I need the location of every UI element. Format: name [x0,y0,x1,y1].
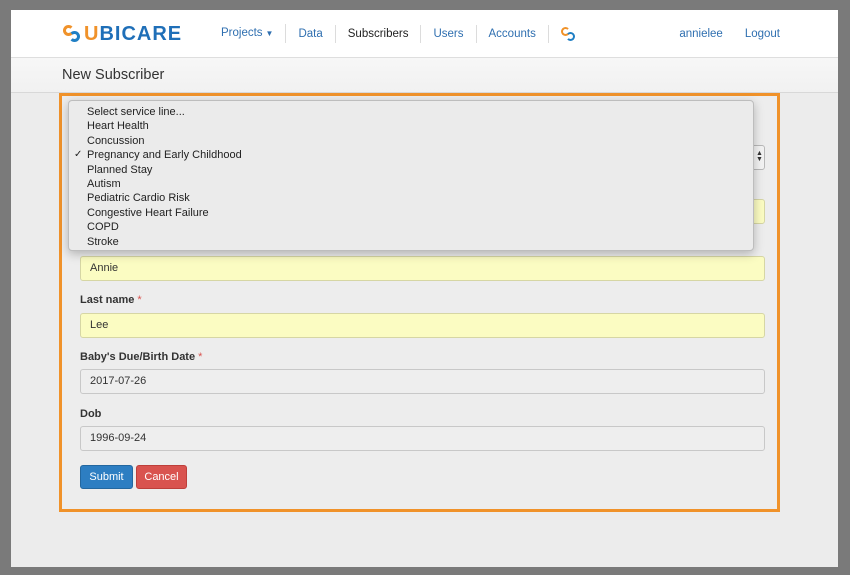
page-header: New Subscriber [11,58,838,93]
nav-brand-icon-item[interactable] [549,26,587,41]
ubicare-mark-icon [560,26,575,41]
option-placeholder[interactable]: Select service line... [69,105,753,119]
option-congestive-heart-failure[interactable]: Congestive Heart Failure [69,206,753,220]
logo-text: UBICARE [84,22,183,45]
due-date-label: Baby's Due/Birth Date * [80,351,203,363]
option-copd[interactable]: COPD [69,220,753,234]
submit-button[interactable]: Submit [80,465,133,489]
cancel-button[interactable]: Cancel [136,465,187,489]
option-pregnancy[interactable]: ✓ Pregnancy and Early Childhood [69,148,753,162]
option-autism[interactable]: Autism [69,177,753,191]
nav-users[interactable]: Users [421,24,477,43]
nav-projects[interactable]: Projects ▼ [209,24,287,43]
nav-subscribers[interactable]: Subscribers [336,24,422,43]
app-window: UBICARE Projects ▼ Data Subscribers Users… [11,10,838,567]
option-concussion[interactable]: Concussion [69,134,753,148]
nav-accounts[interactable]: Accounts [477,24,549,43]
option-heart-health[interactable]: Heart Health [69,119,753,133]
option-pediatric-cardio-risk[interactable]: Pediatric Cardio Risk [69,191,753,205]
service-line-dropdown-list: Select service line... Heart Health Conc… [68,100,754,251]
option-label: Pregnancy and Early Childhood [87,149,242,162]
ubicare-logo[interactable]: UBICARE [63,22,182,46]
user-menu-link[interactable]: annielee [679,28,722,40]
dob-field[interactable]: 1996-09-24 [80,426,765,451]
chevron-down-icon: ▼ [265,29,274,38]
select-arrows-icon: ▲ ▼ [756,150,763,163]
nav-data[interactable]: Data [286,24,336,43]
ubicare-logo-icon [63,25,81,43]
top-navbar: UBICARE Projects ▼ Data Subscribers Users… [11,10,838,58]
checkmark-icon: ✓ [74,149,83,161]
last-name-label: Last name * [80,294,142,306]
due-date-field[interactable]: 2017-07-26 [80,369,765,394]
logout-link[interactable]: Logout [745,28,780,40]
first-name-field[interactable]: Annie [80,256,765,281]
option-stroke[interactable]: Stroke [69,235,753,249]
page-title: New Subscriber [62,67,165,83]
last-name-field[interactable]: Lee [80,313,765,338]
option-planned-stay[interactable]: Planned Stay [69,163,753,177]
main-nav: Projects ▼ Data Subscribers Users Account… [209,10,587,57]
user-nav: annielee Logout [657,10,780,57]
dob-label: Dob [80,408,102,420]
